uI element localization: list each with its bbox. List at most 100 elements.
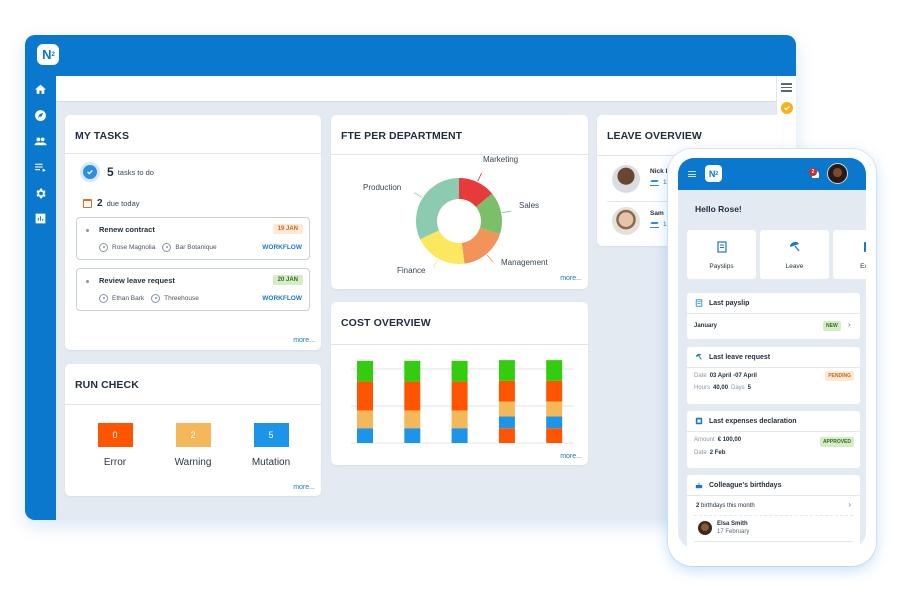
card-title: LEAVE OVERVIEW <box>607 130 702 142</box>
tile-leave[interactable]: Leave <box>760 230 829 279</box>
notification-badge: 2 <box>809 168 817 176</box>
task-person: Ethan Bark <box>112 295 145 302</box>
run-check-error[interactable]: 0 Error <box>85 423 145 468</box>
user-avatar[interactable] <box>827 163 848 184</box>
bar-segment-blue[interactable] <box>546 416 563 429</box>
bar-segment-green[interactable] <box>451 360 468 382</box>
bar-segment-light-orange[interactable] <box>404 410 421 429</box>
field-value: 40,00 <box>713 385 729 391</box>
person-icon <box>99 243 108 252</box>
last-payslip-card[interactable]: Last payslip January NEW › <box>687 293 860 339</box>
bar-segment-light-orange[interactable] <box>451 410 468 429</box>
birthday-count-row[interactable]: 2 birthdays this month › <box>694 496 853 516</box>
birthdays-card[interactable]: Colleague's birthdays 2 birthdays this m… <box>687 475 860 548</box>
employee-name: Sam <box>650 210 664 217</box>
check-badge-icon[interactable] <box>781 102 793 114</box>
logo-sup: 2 <box>715 170 719 177</box>
bar-segment-orange[interactable] <box>404 381 421 411</box>
workflow-link[interactable]: WORKFLOW <box>262 244 302 251</box>
more-link[interactable]: more... <box>293 337 315 344</box>
donut-label: Management <box>501 258 548 267</box>
greeting: Hello Rose! <box>695 204 742 214</box>
umbrella-icon <box>789 242 800 252</box>
card-title: Last expenses declaration <box>709 417 797 425</box>
leader-line <box>477 172 482 182</box>
task-item[interactable]: Renew contract 19 JAN Rose Magnolia Bar … <box>76 217 310 260</box>
expenses-icon <box>695 417 703 425</box>
tile-payslips[interactable]: Payslips <box>687 230 756 279</box>
chevron-right-icon[interactable]: › <box>848 320 851 329</box>
run-check-label: Warning <box>174 457 212 468</box>
chevron-right-icon[interactable]: › <box>848 500 851 509</box>
calendar-icon <box>83 199 92 208</box>
more-link[interactable]: more... <box>293 484 315 491</box>
approved-badge: APPROVED <box>819 437 854 447</box>
bar-chart-icon[interactable] <box>33 211 48 226</box>
fte-per-department-card: FTE PER DEPARTMENT Marketing Sales Managem… <box>331 115 588 289</box>
bar-segment-green[interactable] <box>404 360 421 382</box>
plane-icon <box>650 222 659 228</box>
bar-segment-orange[interactable] <box>357 381 373 411</box>
app-logo[interactable]: N2 <box>705 165 722 182</box>
bar-segment-light-orange[interactable] <box>357 410 373 429</box>
task-meta: Ethan Bark Threehouse <box>99 294 199 303</box>
workflow-link[interactable]: WORKFLOW <box>262 295 302 302</box>
more-link[interactable]: more... <box>560 453 582 460</box>
compass-icon[interactable] <box>33 108 48 123</box>
field-label: Amount <box>694 437 715 443</box>
bar-segment-blue[interactable] <box>404 428 421 443</box>
run-check-card: RUN CHECK 0 Error 2 Warning 5 Mutation more..… <box>65 364 321 496</box>
bar-segment-light-orange[interactable] <box>498 401 515 417</box>
birthday-item[interactable]: Elsa Smith 17 February <box>694 516 853 542</box>
leader-line <box>433 259 439 268</box>
logo-text: N <box>42 47 51 62</box>
bar-segment-orange-bottom[interactable] <box>546 428 563 443</box>
last-expenses-card[interactable]: Last expenses declaration Amount € 100,00… <box>687 411 860 468</box>
more-link[interactable]: more... <box>560 275 582 282</box>
app-logo[interactable]: N2 <box>37 44 59 65</box>
bar-segment-orange-bottom[interactable] <box>498 428 515 443</box>
run-check-warning[interactable]: 2 Warning <box>163 423 223 468</box>
people-icon[interactable] <box>33 134 48 149</box>
cost-overview-card: COST OVERVIEW more... <box>331 302 588 465</box>
donut-slice-management[interactable] <box>461 227 500 264</box>
top-bar: N2 <box>25 35 796 76</box>
bar-segment-orange[interactable] <box>546 380 563 402</box>
last-leave-request-card[interactable]: Last leave request Date 03 April -07 Apri… <box>687 347 860 404</box>
gear-icon[interactable] <box>33 186 48 201</box>
cake-icon <box>695 482 703 489</box>
avatar <box>698 521 712 535</box>
birthday-count: 2 birthdays this month <box>696 503 755 509</box>
bar-segment-blue[interactable] <box>451 428 468 443</box>
bar-segment-green[interactable] <box>357 360 373 382</box>
bar-segment-orange[interactable] <box>451 381 468 411</box>
tile-label: Expe <box>860 263 866 270</box>
leader-line <box>414 192 423 198</box>
card-title: MY TASKS <box>75 130 130 142</box>
donut-chart: Marketing Sales Management Finance Productio… <box>363 155 548 275</box>
bar-segment-green[interactable] <box>498 360 515 381</box>
mobile-screen: N2 2 Hello Rose! Payslips Leave Expe Las… <box>678 158 866 548</box>
task-item[interactable]: Review leave request 20 JAN Ethan Bark T… <box>76 268 310 311</box>
bar-segment-blue[interactable] <box>357 428 373 443</box>
run-check-mutation[interactable]: 5 Mutation <box>241 423 301 468</box>
bar-segment-blue[interactable] <box>498 416 515 429</box>
sub-header-bar <box>56 76 776 102</box>
task-meta: Rose Magnolia Bar Botanique <box>99 243 217 252</box>
due-today: 2 due today <box>83 198 140 209</box>
menu-icon[interactable] <box>688 171 696 179</box>
card-title: Colleague's birthdays <box>709 481 782 489</box>
leave-date-row: Date 03 April -07 April <box>694 373 757 379</box>
tile-expenses[interactable]: Expe <box>833 230 866 279</box>
due-count-label: due today <box>106 199 140 208</box>
donut-slice-production[interactable] <box>416 178 459 240</box>
bar-segment-green[interactable] <box>546 360 563 381</box>
task-name: Renew contract <box>99 225 155 234</box>
leave-date: 11 <box>650 179 670 186</box>
playlist-icon[interactable] <box>33 160 48 175</box>
field-value: 03 April -07 April <box>709 373 757 379</box>
home-icon[interactable] <box>33 82 48 97</box>
bar-segment-light-orange[interactable] <box>546 401 563 417</box>
bar-segment-orange[interactable] <box>498 380 515 402</box>
menu-icon[interactable] <box>781 83 792 94</box>
